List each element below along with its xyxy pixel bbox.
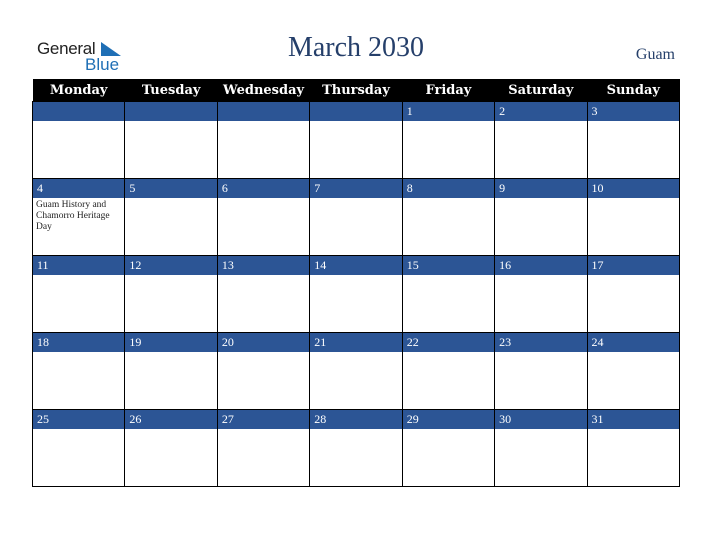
calendar-title: March 2030	[287, 32, 425, 63]
day-cell[interactable]: 10	[586, 178, 681, 256]
day-cell[interactable]: 13	[216, 255, 311, 333]
day-number: 11	[33, 256, 125, 275]
week-row: 25 26 27 28 29 30 31	[31, 409, 681, 487]
day-number: 6	[217, 179, 310, 198]
day-number: 7	[310, 179, 402, 198]
day-number: 4	[33, 179, 125, 198]
weekday-header-wednesday: Wednesday	[217, 79, 310, 102]
day-number: 18	[33, 333, 125, 352]
day-number	[310, 102, 402, 121]
day-number: 21	[310, 333, 402, 352]
weekday-header-friday: Friday	[402, 79, 495, 102]
day-number: 19	[125, 333, 217, 352]
day-number: 28	[310, 410, 402, 429]
week-row: 123	[31, 101, 681, 179]
day-number: 26	[125, 410, 217, 429]
day-cell[interactable]: 31	[586, 409, 681, 487]
day-cell[interactable]: 5	[124, 178, 218, 256]
day-number: 30	[495, 410, 587, 429]
day-cell[interactable]: 6	[216, 178, 311, 256]
day-number: 24	[587, 333, 679, 352]
week-row: 18 19 20 21 22 23 24	[31, 332, 681, 410]
day-number	[125, 102, 217, 121]
day-number: 27	[217, 410, 310, 429]
day-cell[interactable]: 21	[309, 332, 403, 410]
day-number: 8	[402, 179, 495, 198]
holiday-event: Guam History and Chamorro Heritage Day	[36, 200, 110, 232]
day-cell[interactable]: 27	[216, 409, 311, 487]
day-number: 15	[402, 256, 495, 275]
week-row: 11 12 13 14 15 16 17	[31, 255, 681, 333]
day-cell[interactable]: 2	[494, 101, 588, 179]
day-number: 3	[587, 102, 679, 121]
day-cell[interactable]: 16	[494, 255, 588, 333]
day-cell[interactable]: 9	[494, 178, 588, 256]
day-number: 22	[402, 333, 495, 352]
weekday-header-sunday: Sunday	[587, 79, 680, 102]
day-number: 23	[495, 333, 587, 352]
day-number: 9	[495, 179, 587, 198]
day-cell[interactable]: 8	[401, 178, 496, 256]
weekday-header-tuesday: Tuesday	[124, 79, 218, 102]
day-cell[interactable]: 7	[309, 178, 403, 256]
day-cell[interactable]: 14	[309, 255, 403, 333]
day-cell[interactable]: 4 Guam History and Chamorro Heritage Day	[31, 178, 126, 256]
day-number: 10	[587, 179, 679, 198]
day-number: 29	[402, 410, 495, 429]
weekday-header-monday: Monday	[32, 79, 125, 102]
day-number: 17	[587, 256, 679, 275]
day-cell[interactable]: 20	[216, 332, 311, 410]
weekday-header-thursday: Thursday	[309, 79, 403, 102]
weekday-header-saturday: Saturday	[494, 79, 588, 102]
day-number: 2	[495, 102, 587, 121]
day-number: 20	[217, 333, 310, 352]
day-number	[33, 102, 125, 121]
day-cell[interactable]: 3	[586, 101, 681, 179]
day-cell[interactable]: 19	[124, 332, 218, 410]
day-cell[interactable]	[216, 101, 311, 179]
day-number: 1	[402, 102, 495, 121]
weekday-header-row: Monday Tuesday Wednesday Thursday Friday Satu…	[32, 79, 680, 102]
week-row: 4 Guam History and Chamorro Heritage Day 5…	[31, 178, 681, 256]
day-cell[interactable]: 26	[124, 409, 218, 487]
day-number: 14	[310, 256, 402, 275]
day-number: 16	[495, 256, 587, 275]
day-cell[interactable]: 24	[586, 332, 681, 410]
day-number: 25	[33, 410, 125, 429]
day-cell[interactable]: 28	[309, 409, 403, 487]
day-cell[interactable]: 12	[124, 255, 218, 333]
day-cell[interactable]: 25	[31, 409, 126, 487]
day-cell[interactable]	[31, 101, 126, 179]
day-cell[interactable]: 1	[401, 101, 496, 179]
day-number	[217, 102, 310, 121]
day-cell[interactable]: 23	[494, 332, 588, 410]
day-cell[interactable]	[124, 101, 218, 179]
day-cell[interactable]: 15	[401, 255, 496, 333]
day-cell[interactable]: 18	[31, 332, 126, 410]
day-cell[interactable]: 11	[31, 255, 126, 333]
day-number: 31	[587, 410, 679, 429]
day-cell[interactable]: 29	[401, 409, 496, 487]
calendar-grid: Monday Tuesday Wednesday Thursday Friday Satu…	[31, 79, 681, 487]
day-cell[interactable]	[309, 101, 403, 179]
day-number: 13	[217, 256, 310, 275]
day-cell[interactable]: 22	[401, 332, 496, 410]
day-cell[interactable]: 17	[586, 255, 681, 333]
day-number: 12	[125, 256, 217, 275]
day-number: 5	[125, 179, 217, 198]
day-cell[interactable]: 30	[494, 409, 588, 487]
region-label: Guam	[635, 46, 675, 63]
